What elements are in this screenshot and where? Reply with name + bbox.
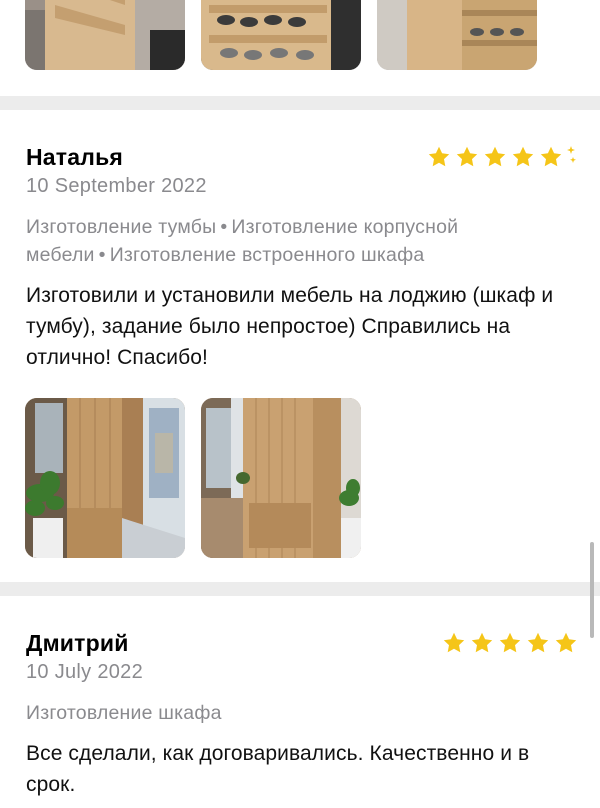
service-tags: Изготовление шкафа xyxy=(26,699,566,727)
star-icon xyxy=(526,631,550,655)
star-icon xyxy=(483,145,507,169)
previous-review-photos xyxy=(0,0,600,96)
review-text: Изготовили и установили мебель на лоджию… xyxy=(26,284,554,369)
star-icon xyxy=(554,631,578,655)
review-text: Все сделали, как договаривались. Качеств… xyxy=(26,742,530,796)
review-card: Наталья 10 September 2022 Изготовление т… xyxy=(0,110,600,582)
section-divider xyxy=(0,96,600,110)
review-card: Дмитрий 10 July 2022 Изготовление шкафа … xyxy=(0,596,600,808)
reviewer-name: Дмитрий xyxy=(26,630,129,656)
rating-stars xyxy=(427,145,577,169)
service-tags: Изготовление тумбы • Изготовление корпусно… xyxy=(26,213,566,269)
rating-stars xyxy=(442,631,578,655)
review-photo[interactable] xyxy=(377,0,537,70)
review-photo[interactable] xyxy=(25,398,185,558)
star-icon xyxy=(442,631,466,655)
star-icon xyxy=(539,145,563,169)
star-icon xyxy=(498,631,522,655)
review-date: 10 July 2022 xyxy=(26,661,144,683)
review-photo[interactable] xyxy=(201,0,361,70)
sparkle-icon xyxy=(561,145,577,169)
service-tag: Изготовление шкафа xyxy=(26,702,222,724)
review-photo[interactable] xyxy=(201,398,361,558)
tag-separator: • xyxy=(220,216,228,238)
service-tag: Изготовление тумбы xyxy=(26,216,217,238)
star-icon xyxy=(455,145,479,169)
section-divider xyxy=(0,582,600,596)
reviewer-name: Наталья xyxy=(26,144,124,170)
star-icon xyxy=(427,145,451,169)
star-icon xyxy=(511,145,535,169)
review-photo[interactable] xyxy=(25,0,185,70)
star-icon xyxy=(470,631,494,655)
scrollbar[interactable] xyxy=(590,542,594,638)
service-tag: Изготовление встроенного шкафа xyxy=(109,244,425,266)
tag-separator: • xyxy=(98,244,106,266)
review-date: 10 September 2022 xyxy=(26,175,207,197)
